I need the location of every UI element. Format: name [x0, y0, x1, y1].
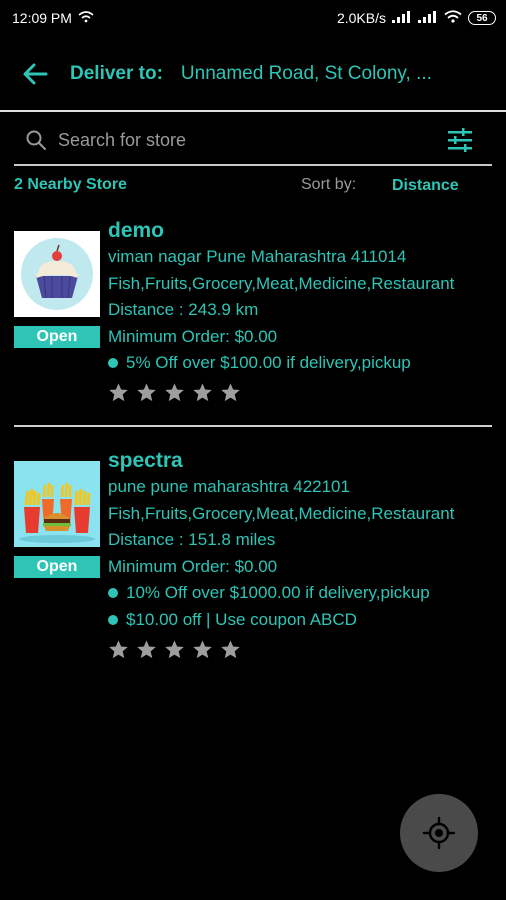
store-info: spectra pune pune maharashtra 422101 Fis… [108, 448, 504, 661]
store-offer: $10.00 off | Use coupon ABCD [108, 607, 504, 634]
store-categories: Fish,Fruits,Grocery,Meat,Medicine,Restau… [108, 273, 455, 293]
store-min-order: Minimum Order: $0.00 [108, 556, 278, 576]
nearby-count: 2 Nearby Store [14, 176, 127, 193]
deliver-to-label: Deliver to: [70, 63, 163, 84]
sliders-icon[interactable] [446, 126, 474, 154]
signal-icon-2 [418, 10, 438, 26]
status-bar: 12:09 PM 2.0KB/s 56 [0, 0, 506, 36]
star-icon [193, 639, 212, 658]
sort-dropdown[interactable]: Distance [392, 177, 459, 195]
store-distance: Distance : 151.8 miles [108, 530, 276, 549]
search-bar [14, 118, 492, 162]
store-categories: Fish,Fruits,Grocery,Meat,Medicine,Restau… [108, 503, 455, 523]
signal-icon [392, 10, 412, 26]
header-divider [0, 110, 506, 112]
status-badge: Open [14, 326, 100, 348]
star-icon [109, 639, 128, 658]
store-name: demo [108, 219, 165, 242]
star-icon [193, 383, 212, 402]
star-icon [221, 383, 240, 402]
store-address: pune pune maharashtra 422101 [108, 477, 350, 496]
store-address: viman nagar Pune Maharashtra 411014 [108, 247, 407, 266]
offer-text: 5% Off over $100.00 if delivery,pickup [126, 353, 411, 372]
sort-row: 2 Nearby Store Sort by: Distance [14, 174, 492, 198]
store-offer: 5% Off over $100.00 if delivery,pickup [108, 350, 504, 377]
star-icon [137, 383, 156, 402]
battery-icon: 56 [468, 11, 496, 25]
wifi-status-icon [78, 10, 94, 26]
bullet-dot-icon [108, 358, 118, 369]
wifi-icon [444, 10, 462, 26]
app-header: Deliver to: Unnamed Road, St Colony, ... [0, 48, 506, 100]
store-divider [14, 425, 492, 427]
store-card-spectra[interactable]: Open spectra pune pune maharashtra 42210… [0, 448, 506, 678]
store-name: spectra [108, 449, 183, 472]
locate-icon [422, 816, 456, 850]
search-icon [26, 130, 46, 150]
store-offer: 10% Off over $1000.00 if delivery,pickup [108, 580, 504, 607]
status-badge: Open [14, 556, 100, 578]
star-icon [137, 639, 156, 658]
search-input[interactable] [58, 129, 418, 151]
network-speed: 2.0KB/s [336, 10, 386, 26]
fast-food-image [14, 461, 100, 547]
star-icon [165, 383, 184, 402]
status-time: 12:09 PM [12, 10, 72, 26]
store-min-order: Minimum Order: $0.00 [108, 326, 278, 346]
locate-button[interactable] [400, 794, 478, 872]
star-icon [221, 639, 240, 658]
store-distance: Distance : 243.9 km [108, 300, 259, 319]
star-icon [109, 383, 128, 402]
cupcake-image [14, 231, 100, 317]
bullet-dot-icon [108, 588, 118, 599]
offer-text: 10% Off over $1000.00 if delivery,pickup [126, 583, 430, 602]
store-info: demo viman nagar Pune Maharashtra 411014… [108, 218, 504, 405]
store-card-demo[interactable]: Open demo viman nagar Pune Maharashtra 4… [0, 218, 506, 428]
rating-stars [108, 637, 504, 661]
offer-text: $10.00 off | Use coupon ABCD [126, 609, 357, 629]
bullet-dot-icon [108, 614, 118, 625]
delivery-address[interactable]: Unnamed Road, St Colony, ... [181, 63, 467, 85]
star-icon [165, 639, 184, 658]
arrow-left-icon[interactable] [18, 57, 52, 91]
sort-label: Sort by: [301, 176, 357, 193]
rating-stars [108, 381, 504, 405]
search-underline [14, 164, 492, 166]
